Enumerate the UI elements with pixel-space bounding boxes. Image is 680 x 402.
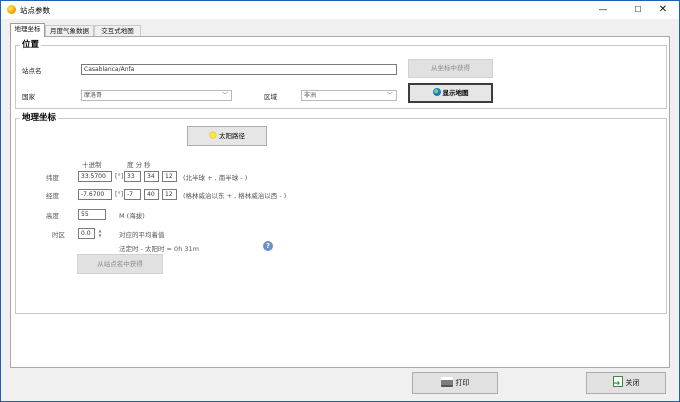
altitude-label: 高度	[46, 212, 59, 220]
region-value: 非洲	[304, 92, 317, 99]
longitude-minutes-input[interactable]: 40	[144, 189, 159, 200]
print-button[interactable]: 打印	[412, 372, 498, 394]
tab-geographic-coordinates[interactable]: 地理坐标	[10, 23, 45, 37]
site-name-label: 站点名	[22, 67, 42, 75]
timezone-label: 时区	[52, 231, 65, 239]
region-label: 区域	[264, 93, 277, 101]
chevron-down-icon: ﹀	[221, 92, 228, 99]
country-label: 国家	[22, 93, 35, 101]
country-select[interactable]: 摩洛哥 ﹀	[81, 90, 232, 101]
app-icon	[7, 5, 16, 14]
globe-icon	[432, 88, 441, 96]
longitude-decimal-input[interactable]: -7.6700	[78, 189, 112, 200]
window-title: 站点参数	[20, 6, 50, 15]
sun-path-label: 太阳路径	[219, 132, 245, 140]
tab-monthly-meteo[interactable]: 月度气象数据	[45, 25, 94, 36]
latitude-decimal-input[interactable]: 33.5700	[78, 171, 112, 182]
geographic-coordinates-group: 地理坐标 太阳路径 十进制 度 分 秒 纬度 33.5700 [°] 33 34…	[15, 114, 667, 314]
help-icon[interactable]: ?	[263, 241, 273, 251]
close-button[interactable]: 关闭	[586, 372, 666, 394]
longitude-degrees-input[interactable]: -7	[124, 189, 141, 200]
timezone-hint: 对应的平均着值	[119, 231, 165, 239]
title-bar: 站点参数 — ☐ ✕	[1, 1, 679, 19]
print-label: 打印	[455, 379, 470, 387]
latitude-degree-symbol: [°]	[115, 172, 124, 180]
altitude-input[interactable]: 55	[78, 209, 106, 220]
exit-icon	[612, 374, 623, 394]
latitude-minutes-input[interactable]: 34	[144, 171, 159, 182]
tab-panel: 位置 站点名 Casablanca/Anfa 从坐标中获得 国家 摩洛哥 ﹀ 区…	[10, 36, 670, 368]
location-group: 位置 站点名 Casablanca/Anfa 从坐标中获得 国家 摩洛哥 ﹀ 区…	[15, 41, 667, 109]
sun-path-button[interactable]: 太阳路径	[187, 126, 267, 146]
latitude-hint: (北半球 + , 南半球 - )	[183, 174, 248, 182]
sun-icon	[209, 131, 217, 139]
close-window-button[interactable]: ✕	[646, 1, 680, 19]
timezone-input[interactable]: 0.0	[78, 228, 95, 239]
longitude-hint: (格林威治以东 + , 格林威治以西 - )	[183, 192, 287, 200]
longitude-seconds-input[interactable]: 12	[162, 189, 177, 200]
location-legend: 位置	[22, 40, 40, 50]
show-map-button[interactable]: 显示地图	[408, 83, 493, 103]
altitude-unit: M (海拔)	[119, 212, 145, 220]
close-label: 关闭	[625, 379, 640, 387]
dms-header: 度 分 秒	[127, 161, 151, 169]
minimize-button[interactable]: —	[586, 1, 620, 19]
latitude-label: 纬度	[46, 174, 59, 182]
printer-icon	[440, 377, 453, 387]
site-parameters-window: 站点参数 — ☐ ✕ 地理坐标 月度气象数据 交互式地图 位置 站点名 Casa…	[0, 0, 680, 402]
latitude-degrees-input[interactable]: 33	[124, 171, 141, 182]
decimal-header: 十进制	[82, 161, 102, 169]
country-value: 摩洛哥	[84, 92, 103, 99]
legal-solar-time: 法定时 - 太阳时 = 0h 31m	[119, 245, 199, 253]
chevron-down-icon: ﹀	[386, 92, 393, 99]
latitude-seconds-input[interactable]: 12	[162, 171, 177, 182]
longitude-degree-symbol: [°]	[115, 190, 124, 198]
timezone-spinner[interactable]: ▲ ▼	[97, 228, 103, 239]
show-map-label: 显示地图	[442, 89, 469, 97]
tab-interactive-map[interactable]: 交互式地图	[94, 25, 141, 36]
longitude-label: 经度	[46, 192, 59, 200]
get-from-site-name-button[interactable]: 从站点名中获得	[77, 254, 163, 274]
site-name-input[interactable]: Casablanca/Anfa	[81, 64, 397, 75]
get-from-coordinates-button[interactable]: 从坐标中获得	[408, 59, 493, 78]
region-select[interactable]: 非洲 ﹀	[301, 90, 397, 101]
geo-legend: 地理坐标	[22, 113, 57, 123]
